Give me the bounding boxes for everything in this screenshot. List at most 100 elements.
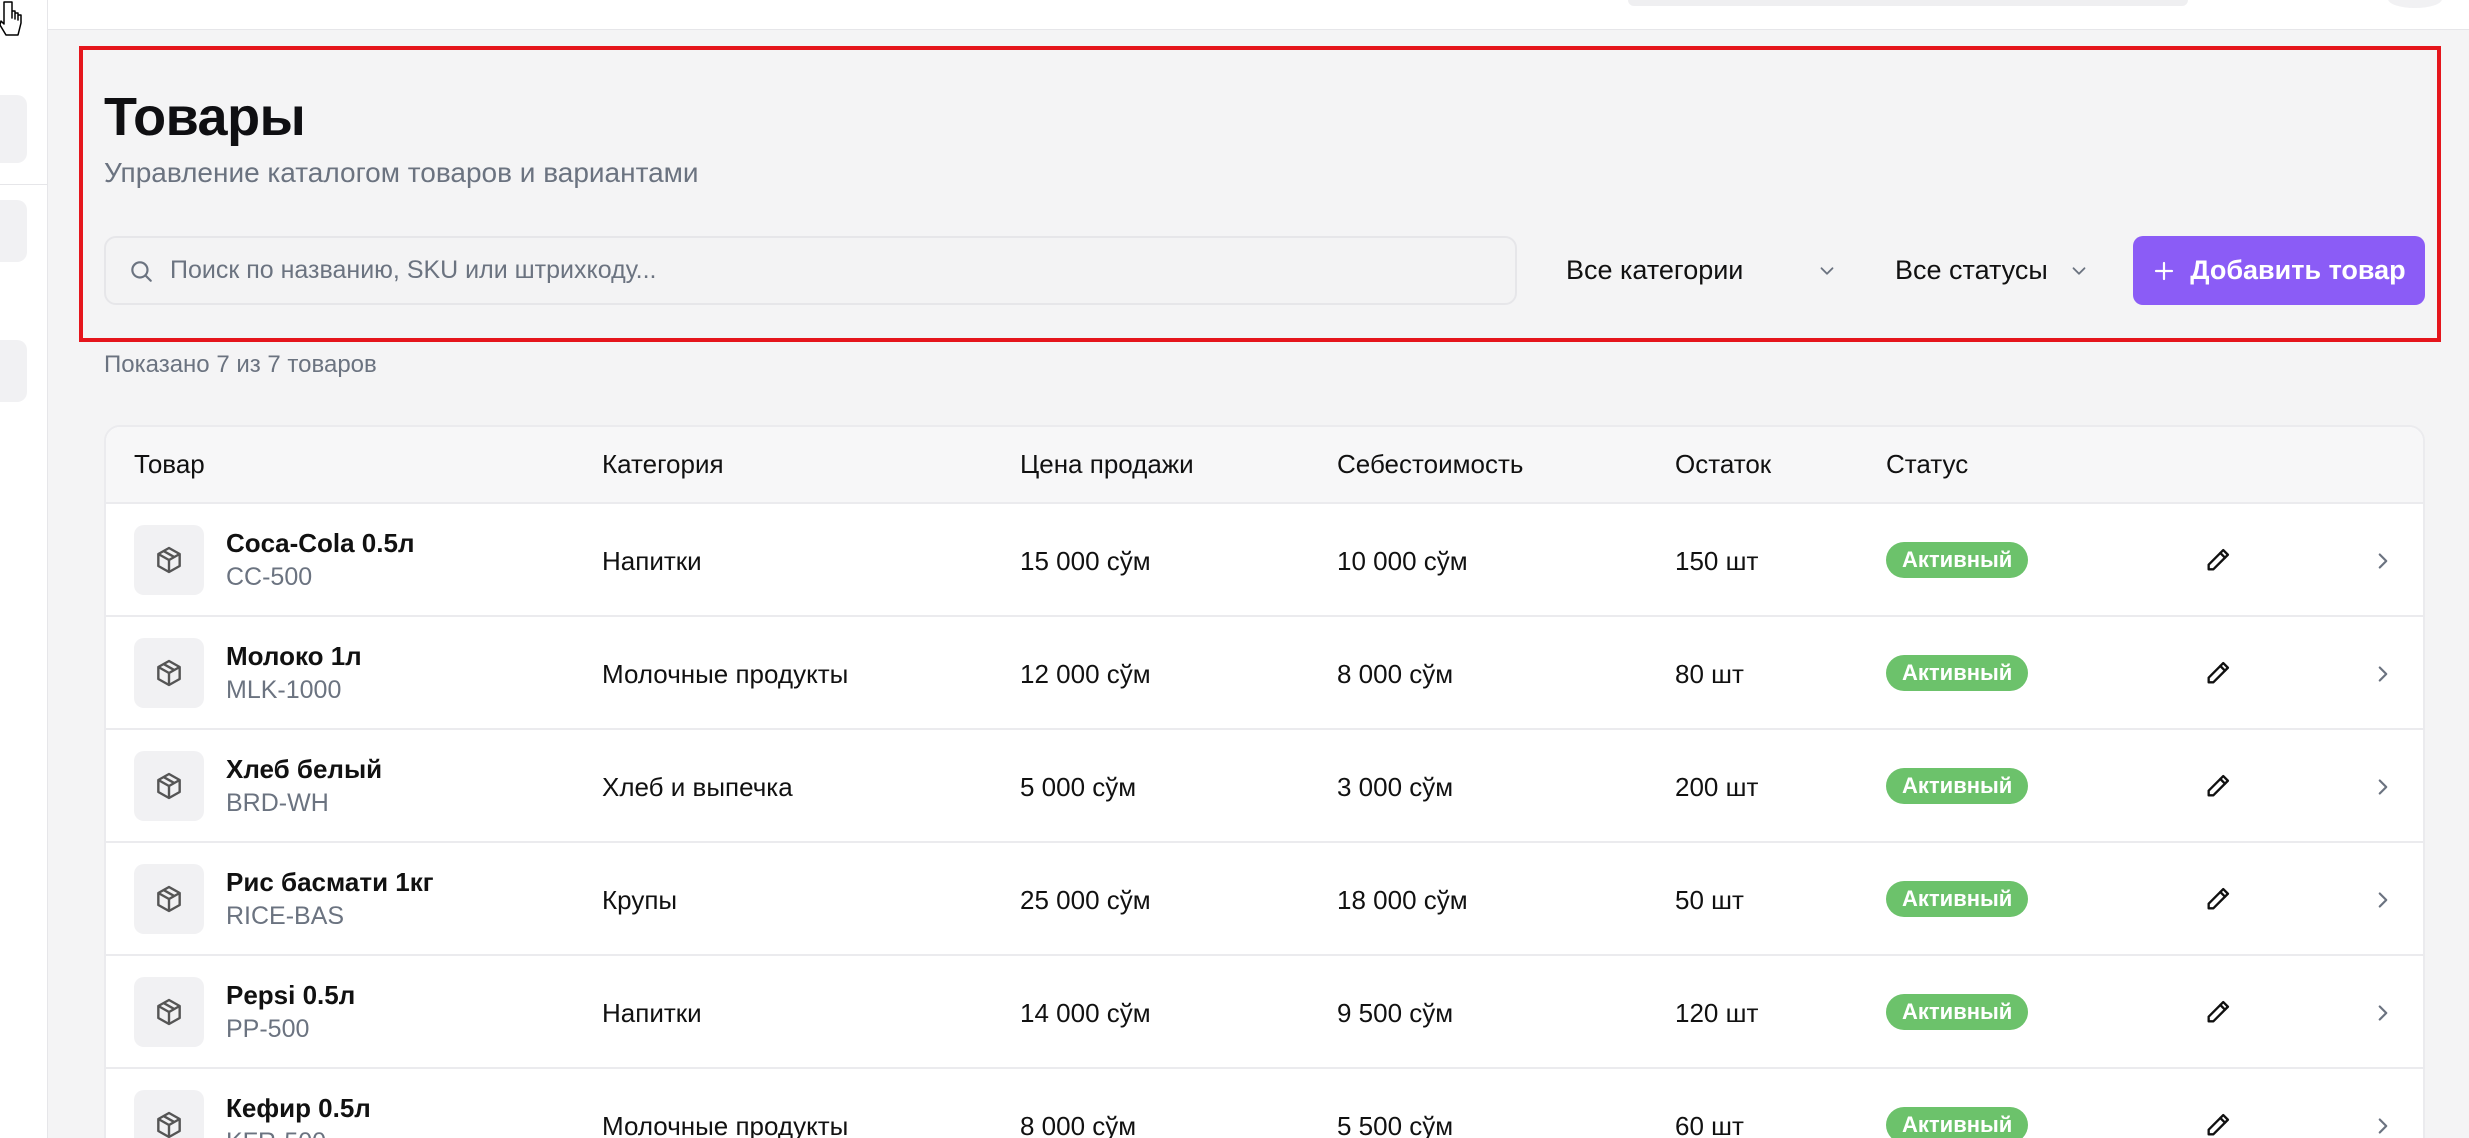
- product-name[interactable]: Рис басмати 1кг: [226, 867, 434, 898]
- product-price: 15 000 сўм: [1020, 546, 1151, 576]
- edit-button[interactable]: [2202, 1109, 2234, 1138]
- category-select-value: Все категории: [1566, 255, 1744, 285]
- product-sku: BRD-WH: [226, 789, 329, 817]
- add-product-button[interactable]: Добавить товар: [2133, 236, 2425, 305]
- product-sku: KFR-500: [226, 1128, 326, 1138]
- chevron-right-icon: [2378, 779, 2388, 795]
- product-thumbnail: [134, 751, 204, 821]
- sidebar-item[interactable]: [0, 200, 27, 262]
- sidebar: [0, 0, 48, 1138]
- edit-button[interactable]: [2202, 996, 2234, 1028]
- status-badge: Активный: [1886, 542, 2029, 578]
- open-product-button[interactable]: [2368, 546, 2398, 576]
- package-icon: [157, 772, 181, 800]
- product-name[interactable]: Pepsi 0.5л: [226, 980, 355, 1011]
- product-category: Крупы: [602, 885, 678, 915]
- column-header-product: Товар: [134, 449, 205, 479]
- table-row[interactable]: Coca-Cola 0.5л CC-500 Напитки 15 000 сўм…: [106, 504, 2423, 617]
- pencil-icon: [2207, 548, 2230, 571]
- sidebar-item[interactable]: [0, 95, 27, 163]
- status-badge: Активный: [1886, 1107, 2029, 1138]
- product-cost: 8 000 сўм: [1337, 659, 1454, 689]
- pencil-icon: [2207, 887, 2230, 910]
- chevron-down-icon: [2072, 267, 2086, 275]
- avatar[interactable]: [2388, 0, 2442, 8]
- search-icon: [131, 260, 152, 282]
- product-cost: 5 500 сўм: [1337, 1111, 1454, 1138]
- column-header-cost: Себестоимость: [1337, 449, 1524, 479]
- product-name[interactable]: Coca-Cola 0.5л: [226, 528, 414, 559]
- status-select[interactable]: Все статусы: [1895, 236, 2100, 305]
- table-row[interactable]: Кефир 0.5л KFR-500 Молочные продукты 8 0…: [106, 1069, 2423, 1138]
- product-name[interactable]: Хлеб белый: [226, 754, 382, 785]
- table-row[interactable]: Молоко 1л MLK-1000 Молочные продукты 12 …: [106, 617, 2423, 730]
- product-sku: CC-500: [226, 563, 313, 591]
- product-category: Напитки: [602, 546, 702, 576]
- open-product-button[interactable]: [2368, 772, 2398, 802]
- package-icon: [157, 1111, 181, 1138]
- package-icon: [157, 885, 181, 913]
- plus-icon: [2155, 261, 2174, 280]
- search-box[interactable]: [104, 236, 1517, 305]
- product-cost: 9 500 сўм: [1337, 998, 1454, 1028]
- category-select[interactable]: Все категории: [1566, 236, 1846, 305]
- products-table: Товар Категория Цена продажи Себестоимос…: [104, 425, 2425, 1138]
- status-badge: Активный: [1886, 994, 2029, 1030]
- open-product-button[interactable]: [2368, 998, 2398, 1028]
- package-icon: [157, 659, 181, 687]
- add-product-label: Добавить товар: [2190, 255, 2406, 285]
- product-price: 14 000 сўм: [1020, 998, 1151, 1028]
- chevron-right-icon: [2378, 1118, 2388, 1134]
- page-title: Товары: [104, 87, 306, 147]
- product-category: Напитки: [602, 998, 702, 1028]
- status-badge: Активный: [1886, 768, 2029, 804]
- search-input[interactable]: [170, 256, 1470, 285]
- sidebar-item[interactable]: [0, 340, 27, 402]
- column-header-category: Категория: [602, 449, 724, 479]
- table-row[interactable]: Хлеб белый BRD-WH Хлеб и выпечка 5 000 с…: [106, 730, 2423, 843]
- product-thumbnail: [134, 977, 204, 1047]
- open-product-button[interactable]: [2368, 885, 2398, 915]
- product-thumbnail: [134, 638, 204, 708]
- column-header-status: Статус: [1886, 449, 1969, 479]
- product-category: Молочные продукты: [602, 1111, 849, 1138]
- product-thumbnail: [134, 525, 204, 595]
- open-product-button[interactable]: [2368, 659, 2398, 689]
- edit-button[interactable]: [2202, 770, 2234, 802]
- page-subtitle: Управление каталогом товаров и вариантам…: [104, 157, 699, 188]
- status-select-value: Все статусы: [1895, 255, 2048, 285]
- table-row[interactable]: Рис басмати 1кг RICE-BAS Крупы 25 000 сў…: [106, 843, 2423, 956]
- product-name[interactable]: Кефир 0.5л: [226, 1093, 371, 1124]
- product-category: Хлеб и выпечка: [602, 772, 793, 802]
- edit-button[interactable]: [2202, 657, 2234, 689]
- status-badge: Активный: [1886, 655, 2029, 691]
- chevron-right-icon: [2378, 892, 2388, 908]
- product-name[interactable]: Молоко 1л: [226, 641, 362, 672]
- product-stock: 150 шт: [1675, 546, 1759, 576]
- open-product-button[interactable]: [2368, 1111, 2398, 1138]
- product-stock: 120 шт: [1675, 998, 1759, 1028]
- chevron-down-icon: [1820, 267, 1834, 275]
- product-price: 25 000 сўм: [1020, 885, 1151, 915]
- top-bar: [48, 0, 2469, 30]
- product-stock: 60 шт: [1675, 1111, 1744, 1138]
- pencil-icon: [2207, 1113, 2230, 1136]
- product-stock: 200 шт: [1675, 772, 1759, 802]
- pencil-icon: [2207, 1000, 2230, 1023]
- product-cost: 3 000 сўм: [1337, 772, 1454, 802]
- table-row[interactable]: Pepsi 0.5л PP-500 Напитки 14 000 сўм 9 5…: [106, 956, 2423, 1069]
- column-header-stock: Остаток: [1675, 449, 1772, 479]
- column-header-price: Цена продажи: [1020, 449, 1194, 479]
- global-search[interactable]: [1628, 0, 2188, 6]
- sidebar-divider: [0, 184, 47, 185]
- edit-button[interactable]: [2202, 883, 2234, 915]
- product-sku: MLK-1000: [226, 676, 342, 704]
- package-icon: [157, 546, 181, 574]
- product-price: 12 000 сўм: [1020, 659, 1151, 689]
- status-badge: Активный: [1886, 881, 2029, 917]
- table-header: Товар Категория Цена продажи Себестоимос…: [106, 427, 2423, 504]
- edit-button[interactable]: [2202, 544, 2234, 576]
- product-stock: 50 шт: [1675, 885, 1744, 915]
- product-thumbnail: [134, 1090, 204, 1138]
- chevron-right-icon: [2378, 666, 2388, 682]
